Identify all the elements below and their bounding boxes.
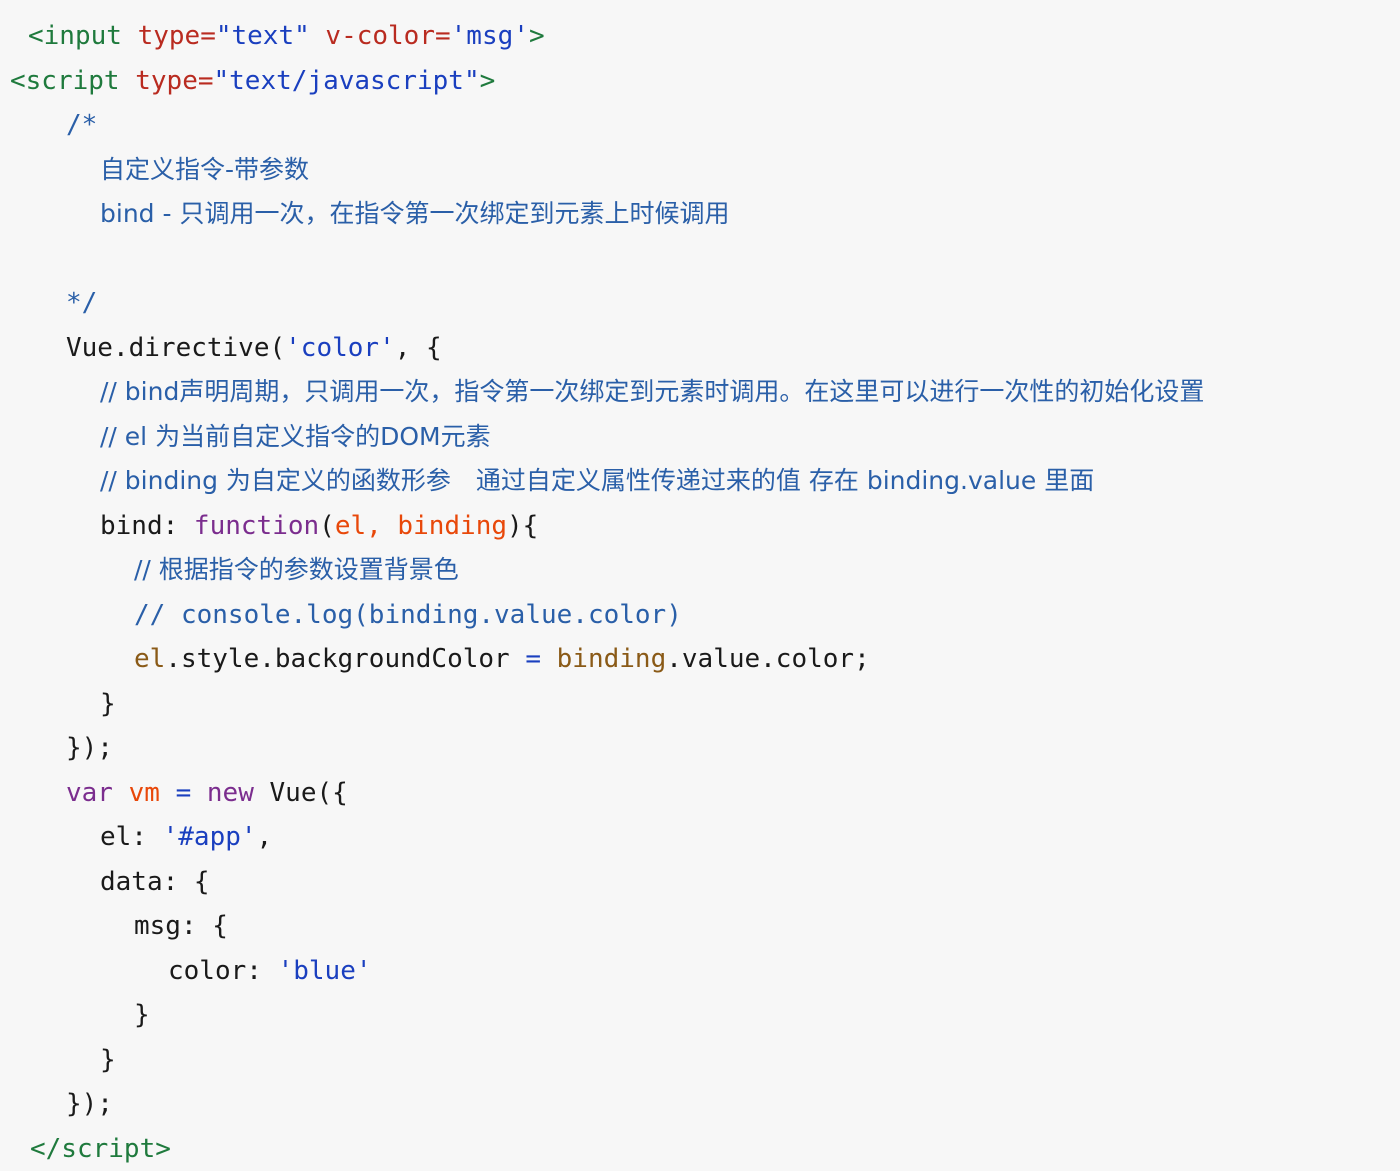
code-editor-pane: <input type="text" v-color='msg'> <scrip…: [0, 0, 1400, 1150]
block-comment-end: */: [66, 288, 97, 318]
comment-bind-description: bind - 只调用一次，在指令第一次绑定到元素上时候调用: [100, 199, 729, 228]
keyword-var: var: [66, 778, 129, 808]
msg-property-key: msg: {: [134, 911, 228, 941]
html-tag-script-close: >: [480, 66, 496, 96]
assignment-operator: =: [525, 644, 541, 674]
code-line-3: /*: [0, 103, 1400, 148]
closing-vue-call: });: [66, 1089, 113, 1119]
comment-bind-lifecycle: // bind声明周期，只调用一次，指令第一次绑定到元素时调用。在这里可以进行一…: [100, 377, 1204, 406]
comment-console-log: // console.log(binding.value.color): [134, 600, 682, 630]
closing-brace-bind: }: [100, 689, 116, 719]
html-tag-script-closing: </script: [30, 1134, 155, 1164]
comment-set-bgcolor: // 根据指令的参数设置背景色: [134, 555, 459, 584]
code-line-13: // 根据指令的参数设置背景色: [0, 548, 1400, 593]
code-line-9: // bind声明周期，只调用一次，指令第一次绑定到元素时调用。在这里可以进行一…: [0, 370, 1400, 415]
comment-el-param: // el 为当前自定义指令的DOM元素: [100, 422, 491, 451]
code-line-8: Vue.directive('color', {: [0, 326, 1400, 371]
code-line-16: }: [0, 682, 1400, 727]
attr-script-type-value: "text/javascript": [214, 66, 480, 96]
block-comment-start: /*: [66, 110, 97, 140]
closing-brace-msg: }: [134, 1000, 150, 1030]
closing-brace-data: }: [100, 1045, 116, 1075]
code-line-18: var vm = new Vue({: [0, 771, 1400, 816]
function-params: el, binding: [335, 511, 507, 541]
code-line-10: // el 为当前自定义指令的DOM元素: [0, 415, 1400, 460]
variable-vm: vm: [129, 778, 160, 808]
data-option-key: data: {: [100, 867, 210, 897]
identifier-el: el: [134, 644, 165, 674]
html-tag-input: <input: [28, 21, 122, 51]
el-option-comma: ,: [257, 822, 273, 852]
code-line-19: el: '#app',: [0, 815, 1400, 860]
html-tag-script: <script: [10, 66, 120, 96]
closing-directive-call: });: [66, 733, 113, 763]
html-tag-input-close: >: [529, 21, 545, 51]
vue-directive-call: Vue.directive(: [66, 333, 285, 363]
code-line-21: msg: {: [0, 904, 1400, 949]
code-line-20: data: {: [0, 860, 1400, 905]
comment-directive-title: 自定义指令-带参数: [100, 155, 309, 184]
attr-script-type: type=: [120, 66, 214, 96]
code-line-15: el.style.backgroundColor = binding.value…: [0, 637, 1400, 682]
vue-constructor-call: Vue({: [270, 778, 348, 808]
attr-type-value: "text": [216, 21, 310, 51]
color-property-value: 'blue': [278, 956, 372, 986]
el-option-key: el:: [100, 822, 163, 852]
attr-type: type=: [122, 21, 216, 51]
bind-property-key: bind:: [100, 511, 194, 541]
code-line-5: bind - 只调用一次，在指令第一次绑定到元素上时候调用: [0, 192, 1400, 237]
binding-value-path: .value.color;: [666, 644, 870, 674]
code-line-2: <script type="text/javascript">: [0, 59, 1400, 104]
blank-line: [14, 244, 30, 274]
assignment-operator-vm: =: [160, 778, 207, 808]
code-line-11: // binding 为自定义的函数形参 通过自定义属性传递过来的值 存在 bi…: [0, 459, 1400, 504]
code-line-24: }: [0, 1038, 1400, 1083]
color-property-key: color:: [168, 956, 278, 986]
style-property-path: .style.backgroundColor: [165, 644, 525, 674]
code-line-7: */: [0, 281, 1400, 326]
directive-call-tail: , {: [395, 333, 442, 363]
directive-name-string: 'color': [285, 333, 395, 363]
code-line-22: color: 'blue': [0, 949, 1400, 994]
attr-v-color: v-color=: [310, 21, 451, 51]
code-line-6-blank: [0, 237, 1400, 282]
paren-close-brace: ){: [507, 511, 538, 541]
code-line-25: });: [0, 1082, 1400, 1127]
el-option-value: '#app': [163, 822, 257, 852]
code-line-1: <input type="text" v-color='msg'>: [0, 14, 1400, 59]
identifier-binding: binding: [541, 644, 666, 674]
code-line-14: // console.log(binding.value.color): [0, 593, 1400, 638]
code-line-12: bind: function(el, binding){: [0, 504, 1400, 549]
keyword-function: function: [194, 511, 319, 541]
comment-binding-param: // binding 为自定义的函数形参 通过自定义属性传递过来的值 存在 bi…: [100, 466, 1094, 495]
paren-open: (: [319, 511, 335, 541]
code-line-23: }: [0, 993, 1400, 1038]
code-line-4: 自定义指令-带参数: [0, 148, 1400, 193]
html-tag-script-closing-bracket: >: [155, 1134, 171, 1164]
keyword-new: new: [207, 778, 270, 808]
code-line-26: </script>: [0, 1127, 1400, 1171]
code-line-17: });: [0, 726, 1400, 771]
attr-v-color-value: 'msg': [451, 21, 529, 51]
